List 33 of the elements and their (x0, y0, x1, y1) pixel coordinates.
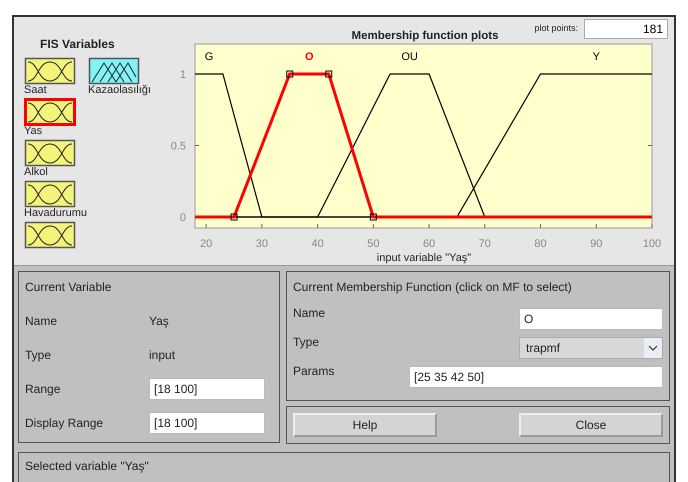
x-tick-label: 80 (534, 238, 547, 250)
variable-name: Havadurumu (24, 207, 87, 220)
field-label: Type (293, 335, 320, 349)
field-value: Yaş (149, 314, 169, 328)
x-tick-label: 20 (200, 238, 212, 250)
y-tick-label: 0 (180, 212, 186, 224)
field-label: Type (25, 348, 52, 362)
field-value: input (149, 348, 176, 362)
axis-label: input variable "Yaş" (376, 252, 472, 264)
plot-points-label: plot points: (534, 23, 578, 33)
field-label: Name (25, 314, 58, 328)
y-tick-label: 1 (180, 69, 186, 82)
x-tick-label: 50 (367, 238, 380, 250)
x-tick-label: 40 (311, 238, 324, 250)
y-tick-label: 0.5 (170, 140, 186, 152)
variable-name: Yas (24, 125, 42, 138)
panel-title: FIS Variables (40, 37, 115, 51)
variable-name: Alkol (24, 166, 48, 179)
panel-title: Current Variable (25, 280, 112, 294)
status-text: Selected variable "Yaş" (25, 459, 149, 473)
field-label: Range (25, 382, 62, 396)
x-tick-label: 60 (422, 238, 436, 250)
chart-title: Membership function plots (352, 30, 498, 42)
x-tick-label: 90 (590, 238, 602, 250)
panel-title: Current Membership Function (click on MF to select) (293, 280, 573, 294)
x-tick-label: 30 (256, 238, 268, 250)
variable-name: Kazaolasılığı (88, 84, 151, 97)
x-tick-label: 100 (642, 238, 662, 250)
x-tick-label: 70 (478, 238, 491, 250)
field-label: Params (293, 364, 334, 378)
variable-name: Saat (24, 84, 47, 97)
field-label: Display Range (25, 416, 104, 430)
field-label: Name (293, 306, 326, 320)
